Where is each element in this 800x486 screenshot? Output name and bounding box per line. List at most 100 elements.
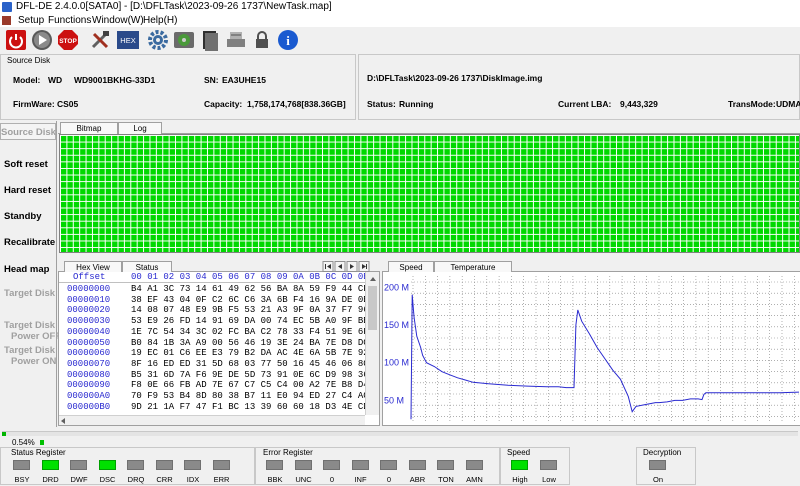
hex-bytes[interactable]: 9D 21 1A F7 47 F1 BC 13 39 60 60 18 D3 4… <box>131 402 365 412</box>
target-power-off-button[interactable]: Target Disk Power OFF <box>4 320 61 342</box>
task-info-panel: D:\DFLTask\2023-09-26 1737\DiskImage.img… <box>358 54 800 120</box>
document-icon[interactable] <box>198 28 222 52</box>
hex-rows: 00000000 B4 A1 3C 73 14 61 49 62 56 BA 8A… <box>59 284 365 415</box>
hex-horizontal-scrollbar[interactable] <box>59 415 365 425</box>
error-register-led-label: 0 <box>329 475 335 484</box>
error-register-led <box>408 460 426 470</box>
speed-led-label: High <box>512 475 528 484</box>
title-bar: DFL-DE 2.4.0.0[SATA0] - [D:\DFLTask\2023… <box>0 0 800 14</box>
speed-series-line <box>410 294 800 420</box>
sidebar: Source Disk Soft reset Hard reset Standb… <box>0 121 61 427</box>
model-vendor: WD <box>48 75 63 85</box>
hex-bytes[interactable]: 1E 7C 54 34 3C 02 FC BA C2 78 33 F4 51 9… <box>131 327 365 337</box>
soft-reset-button[interactable]: Soft reset <box>4 159 48 170</box>
hard-reset-button[interactable]: Hard reset <box>4 185 51 196</box>
status-register-led <box>98 460 116 470</box>
hex-vertical-scrollbar[interactable] <box>365 272 379 415</box>
target-power-on-button[interactable]: Target Disk Power ON <box>4 345 56 367</box>
hex-bytes[interactable]: 19 EC 01 C6 EE E3 79 B2 DA AC 4E 6A 5B 7… <box>131 348 365 358</box>
progress-bar-track <box>2 431 798 436</box>
hex-row: 00000000 B4 A1 3C 73 14 61 49 62 56 BA 8A… <box>59 284 365 294</box>
lock-icon[interactable] <box>250 28 274 52</box>
nav-next-icon[interactable] <box>346 261 358 272</box>
tab-log[interactable]: Log <box>118 122 162 134</box>
current-lba-value: 9,443,329 <box>620 99 658 109</box>
hex-bytes[interactable]: B4 A1 3C 73 14 61 49 62 56 BA 8A 59 F9 4… <box>131 284 365 294</box>
refresh-disk-icon[interactable] <box>172 28 196 52</box>
hex-row: 00000090 F8 0E 66 FB AD 7E 67 C7 C5 C4 00… <box>59 380 365 390</box>
menu-help[interactable]: Help(H) <box>143 14 177 27</box>
speed-tabs: Speed Temperature <box>382 260 800 273</box>
status-register-led <box>212 460 230 470</box>
bitmap-tabs: Bitmap Log <box>58 121 800 134</box>
menu-window[interactable]: Window(W) <box>92 14 144 27</box>
target-disk-button[interactable]: Target Disk <box>4 288 55 299</box>
hex-bytes[interactable]: B5 31 6D 7A F6 9E DE 5D 73 91 0E 6C D9 9… <box>131 370 365 380</box>
status-register-led <box>70 460 87 470</box>
stop-icon[interactable]: STOP <box>56 28 80 52</box>
hex-icon[interactable]: HEX <box>116 28 140 52</box>
error-register-led-label: INF <box>354 475 367 484</box>
capacity-label: Capacity: <box>204 99 243 109</box>
decryption-led <box>649 460 666 470</box>
status-register-label: Status Register <box>11 448 66 457</box>
hex-nav-buttons <box>322 261 378 272</box>
decryption-group: Decryption On <box>636 447 696 485</box>
nav-prev-icon[interactable] <box>334 261 346 272</box>
current-lba-label: Current LBA: <box>558 99 612 109</box>
tools-icon[interactable] <box>88 28 112 52</box>
image-path: D:\DFLTask\2023-09-26 1737\DiskImage.img <box>367 73 543 83</box>
hex-bytes[interactable]: 8F 16 ED ED 31 5D 68 03 77 50 16 45 46 0… <box>131 359 365 369</box>
hex-offset: 00000010 <box>67 294 111 305</box>
progress-label: 0.54% <box>12 438 35 447</box>
error-register-led <box>294 460 312 470</box>
hex-bytes[interactable]: 38 EF 43 04 0F C2 6C C6 3A 6B F4 16 9A D… <box>131 295 365 305</box>
status-register-led <box>127 460 144 470</box>
sn-value: EA3UHE15 <box>222 75 266 85</box>
error-register-led-label: TON <box>438 475 454 484</box>
document-icon-small <box>2 16 11 25</box>
info-icon[interactable]: i <box>276 28 300 52</box>
sn-label: SN: <box>204 75 219 85</box>
hex-bytes[interactable]: 70 F9 53 B4 8D 80 38 B7 11 E0 94 ED 27 C… <box>131 391 365 401</box>
hex-offset: 00000090 <box>67 380 111 391</box>
progress-mini-indicator <box>40 440 44 445</box>
firmware-value: CS05 <box>57 99 79 109</box>
status-register-led-label: CRR <box>156 475 173 484</box>
error-register-led <box>323 460 340 470</box>
offset-header: Offset <box>73 272 106 282</box>
tab-bitmap[interactable]: Bitmap <box>60 122 118 134</box>
error-register-led-label: ABR <box>409 475 426 484</box>
progress-area: 0.54% <box>0 427 800 447</box>
y-tick-label: 150 M <box>384 320 409 330</box>
hex-bytes[interactable]: B0 84 1B 3A A9 00 56 46 19 3E 24 BA 7E D… <box>131 338 365 348</box>
nav-first-icon[interactable] <box>322 261 334 272</box>
hex-offset: 00000020 <box>67 305 111 316</box>
disk-tools-icon[interactable] <box>224 28 248 52</box>
play-icon[interactable] <box>30 28 54 52</box>
hex-bytes[interactable]: F8 0E 66 FB AD 7E 67 C7 C5 C4 00 A2 7E B… <box>131 380 365 390</box>
gear-icon[interactable] <box>146 28 170 52</box>
menu-setup[interactable]: Setup <box>18 14 44 27</box>
hex-bytes[interactable]: 53 E9 26 FD 14 91 69 DA 00 74 EC 5B A0 9… <box>131 316 365 326</box>
status-register-led-label: ERR <box>213 475 230 484</box>
source-disk-button[interactable]: Source Disk <box>0 123 56 140</box>
speed-label: Speed <box>507 448 531 457</box>
hex-offset: 000000B0 <box>67 401 111 412</box>
nav-last-icon[interactable] <box>358 261 370 272</box>
hex-header: Offset 00 01 02 03 04 05 06 07 08 09 0A … <box>59 272 369 283</box>
hex-bytes[interactable]: 14 08 07 48 E9 9B F5 53 21 A3 9F 0A 37 F… <box>131 305 365 315</box>
power-icon[interactable] <box>4 28 28 52</box>
status-label: Status: <box>367 99 396 109</box>
hex-offset: 000000A0 <box>67 391 111 401</box>
toolbar: STOP HEX i <box>0 27 800 54</box>
head-map-button[interactable]: Head map <box>4 264 49 275</box>
error-register-label: Error Register <box>263 448 313 457</box>
standby-button[interactable]: Standby <box>4 211 41 222</box>
hex-row: 00000070 8F 16 ED ED 31 5D 68 03 77 50 16… <box>59 359 365 369</box>
error-register-led <box>351 460 369 470</box>
menu-functions[interactable]: Functions <box>48 14 91 27</box>
hex-offset: 00000030 <box>67 316 111 327</box>
hex-row: 000000B0 9D 21 1A F7 47 F1 BC 13 39 60 60… <box>59 402 365 412</box>
recalibrate-button[interactable]: Recalibrate <box>4 237 55 248</box>
